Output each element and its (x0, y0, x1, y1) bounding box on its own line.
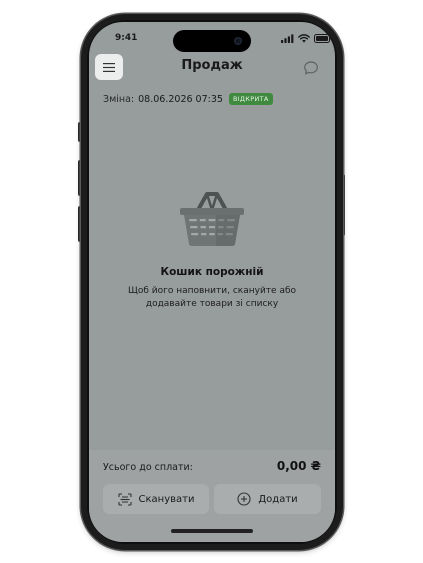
device-frame: 9:41 Продаж Зміна: 08.06.2026 07:35 ВІДК… (0, 0, 423, 563)
dynamic-island (173, 30, 251, 52)
wifi-icon (298, 33, 310, 43)
battery-icon (314, 33, 332, 43)
empty-cart-description: Щоб його наповнити, скануйте або додавай… (89, 285, 335, 311)
empty-cart-description-line1: Щоб його наповнити, скануйте або (127, 286, 297, 296)
total-value: 0,00 ₴ (276, 459, 321, 473)
scan-button-label: Сканувати (138, 493, 195, 505)
signal-icon (281, 33, 294, 43)
page-title: Продаж (181, 58, 243, 73)
home-indicator[interactable] (171, 529, 253, 533)
status-icons (281, 32, 332, 44)
status-time: 9:41 (115, 33, 138, 43)
add-button-label: Додати (258, 493, 298, 505)
plus-circle-icon (237, 492, 251, 506)
barcode-scan-icon (117, 492, 132, 506)
camera-icon (234, 37, 242, 45)
shift-label: Зміна: (103, 93, 135, 105)
chat-bubble-icon[interactable] (303, 60, 319, 76)
scan-button[interactable]: Сканувати (103, 484, 209, 514)
total-label: Усього до сплати: (103, 462, 193, 473)
app-screen: 9:41 Продаж Зміна: 08.06.2026 07:35 ВІДК… (89, 22, 335, 542)
shift-info: Зміна: 08.06.2026 07:35 ВІДКРИТА (103, 93, 273, 105)
empty-cart-description-line2: додавайте товари зі списку (145, 299, 279, 309)
basket-icon (180, 192, 244, 246)
add-button[interactable]: Додати (214, 484, 321, 514)
shift-datetime: 08.06.2026 07:35 (138, 93, 223, 105)
shift-status-badge: ВІДКРИТА (228, 93, 273, 105)
empty-cart-title: Кошик порожній (160, 266, 264, 278)
